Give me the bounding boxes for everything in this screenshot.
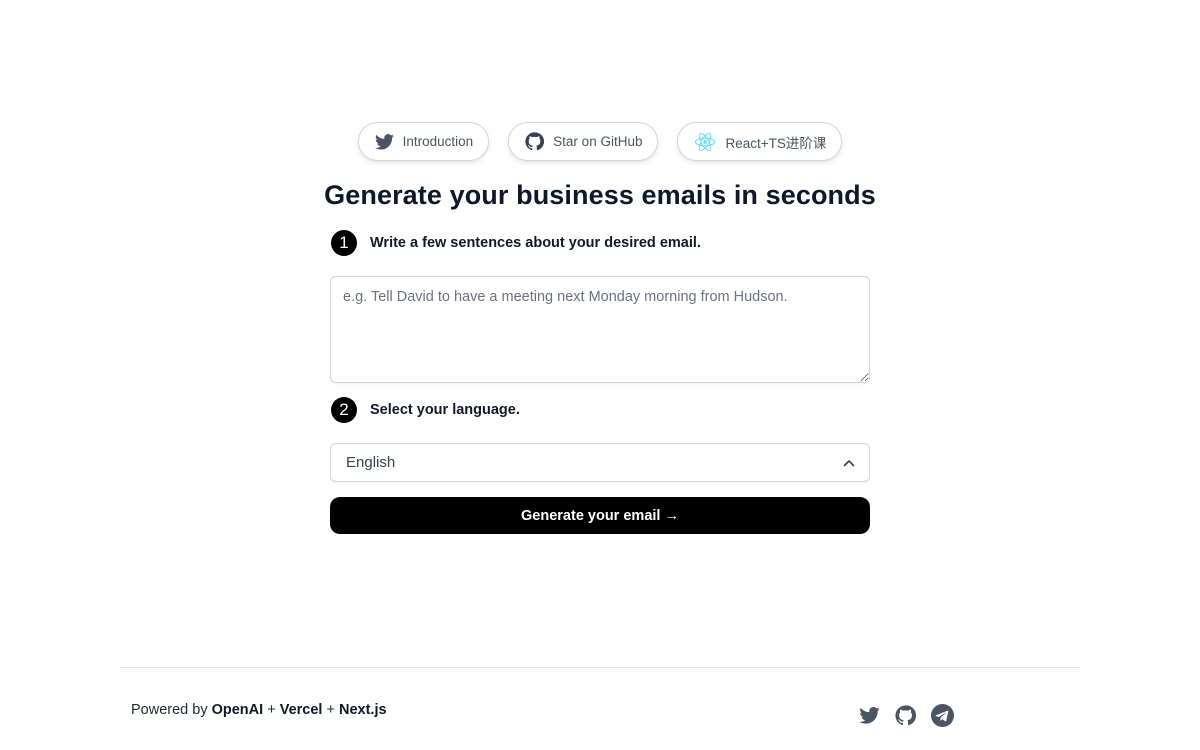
- twitter-icon: [374, 133, 394, 150]
- step-1: 1 Write a few sentences about your desir…: [331, 230, 701, 256]
- step-2-number: 2: [331, 397, 357, 423]
- react-ts-course-label: React+TS进阶课: [725, 135, 827, 151]
- header-links: Introduction Star on GitHub React+TS进阶课: [0, 122, 1200, 161]
- email-prompt-input[interactable]: [330, 276, 870, 383]
- introduction-label: Introduction: [402, 134, 474, 149]
- step-2-label: Select your language.: [370, 402, 520, 418]
- github-icon: [525, 132, 545, 151]
- step-1-label: Write a few sentences about your desired…: [370, 235, 701, 251]
- twitter-icon[interactable]: [859, 707, 880, 729]
- powered-by: Powered by OpenAI + Vercel + Next.js: [131, 702, 387, 718]
- plus-separator: +: [267, 702, 276, 718]
- page-title: Generate your business emails in seconds: [324, 180, 876, 210]
- footer-divider: [120, 667, 1080, 668]
- language-select[interactable]: English: [330, 443, 870, 482]
- star-on-github-label: Star on GitHub: [553, 134, 643, 149]
- react-icon: [694, 132, 716, 152]
- powered-by-label: Powered by: [131, 702, 208, 718]
- openai-link[interactable]: OpenAI: [212, 702, 264, 718]
- telegram-icon[interactable]: [931, 704, 954, 732]
- step-1-number: 1: [331, 230, 357, 256]
- react-ts-course-button[interactable]: React+TS进阶课: [677, 122, 843, 161]
- step-2: 2 Select your language.: [331, 397, 520, 423]
- footer-social-links: [859, 704, 954, 732]
- page: Introduction Star on GitHub React+TS进阶课: [0, 0, 1200, 750]
- generate-email-button[interactable]: Generate your email →: [330, 497, 870, 534]
- plus-separator: +: [326, 702, 335, 718]
- nextjs-link[interactable]: Next.js: [339, 702, 387, 718]
- github-icon[interactable]: [895, 705, 917, 731]
- vercel-link[interactable]: Vercel: [280, 702, 323, 718]
- chevron-up-icon: [843, 454, 855, 471]
- introduction-button[interactable]: Introduction: [357, 122, 490, 161]
- star-on-github-button[interactable]: Star on GitHub: [508, 122, 659, 161]
- language-select-value: English: [346, 454, 396, 471]
